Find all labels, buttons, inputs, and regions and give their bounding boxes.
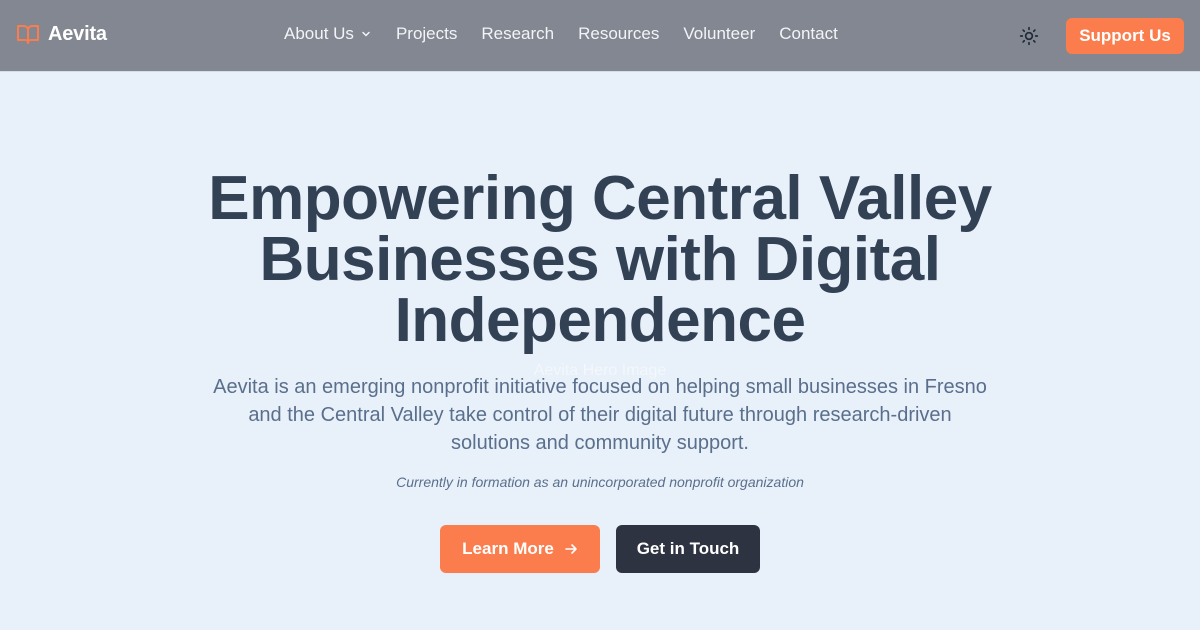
book-open-icon xyxy=(17,25,39,44)
arrow-right-icon xyxy=(565,544,577,554)
support-us-button[interactable]: Support Us xyxy=(1066,18,1184,54)
main-nav: About Us Projects Research Resources Vol… xyxy=(284,24,838,44)
nav-item-volunteer[interactable]: Volunteer xyxy=(683,24,755,44)
brand-link[interactable]: Aevita xyxy=(16,22,107,46)
hero-title: Empowering Central Valley Businesses wit… xyxy=(208,164,992,355)
hero-description: Aevita is an emerging nonprofit initiati… xyxy=(213,376,987,454)
nav-item-about-us[interactable]: About Us xyxy=(284,24,372,44)
hero-section: Aevita Hero Image Empowering Central Val… xyxy=(0,72,1200,630)
top-navbar: Aevita About Us Projects Research Resour… xyxy=(0,0,1200,72)
brand-name: Aevita xyxy=(48,22,107,45)
learn-more-button[interactable]: Learn More xyxy=(440,525,600,573)
learn-more-label: Learn More xyxy=(462,539,554,558)
nav-item-label: About Us xyxy=(284,24,354,43)
formation-note: Currently in formation as an unincorpora… xyxy=(396,474,804,490)
get-in-touch-button[interactable]: Get in Touch xyxy=(616,525,760,573)
chevron-down-icon xyxy=(362,31,370,37)
cta-group: Learn More Get in Touch xyxy=(440,525,760,573)
theme-toggle-button[interactable] xyxy=(1018,25,1040,47)
sun-icon xyxy=(1019,26,1039,46)
nav-item-research[interactable]: Research xyxy=(481,24,554,44)
nav-item-resources[interactable]: Resources xyxy=(578,24,659,44)
nav-item-contact[interactable]: Contact xyxy=(779,24,838,44)
nav-item-projects[interactable]: Projects xyxy=(396,24,457,44)
